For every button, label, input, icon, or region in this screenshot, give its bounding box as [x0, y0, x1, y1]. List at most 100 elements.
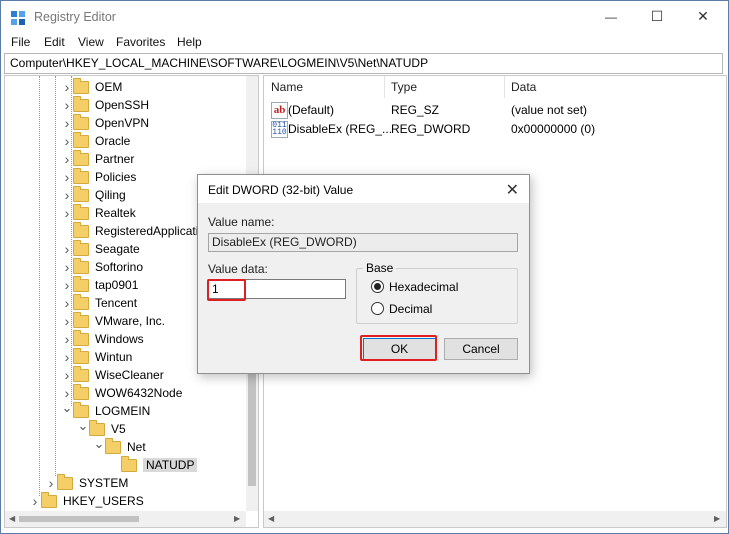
chevron-right-icon[interactable]: › [61, 348, 73, 366]
tree-item[interactable]: › Realtek [61, 203, 136, 222]
tree-item[interactable]: › Partner [61, 149, 134, 168]
tree-item[interactable]: › Windows [61, 329, 144, 348]
tree-item-label: HKEY_USERS [63, 494, 144, 508]
chevron-right-icon[interactable]: › [61, 294, 73, 312]
base-group-label: Base [363, 261, 397, 275]
folder-icon [73, 401, 89, 418]
scroll-right-icon[interactable]: ▶ [234, 514, 240, 523]
tree-item[interactable]: › Qiling [61, 185, 126, 204]
scroll-left-icon[interactable]: ◀ [268, 514, 274, 523]
menu-view[interactable]: View [78, 35, 104, 49]
tree-item-label: Net [127, 440, 146, 454]
tree-item[interactable]: › Tencent [61, 293, 137, 312]
tree-horizontal-scrollbar[interactable]: ◀ ▶ [5, 511, 246, 527]
tree-item-label: Policies [95, 170, 137, 184]
folder-icon [73, 77, 89, 94]
hexadecimal-radio[interactable] [371, 280, 384, 293]
tree-item[interactable]: › OpenVPN [61, 113, 150, 132]
chevron-right-icon[interactable]: › [61, 276, 73, 294]
cancel-button[interactable]: Cancel [444, 338, 518, 360]
menu-file[interactable]: File [11, 35, 30, 49]
chevron-right-icon[interactable]: › [61, 240, 73, 258]
maximize-button[interactable]: ☐ [634, 1, 680, 32]
tree-item[interactable]: › OpenSSH [61, 95, 150, 114]
column-type[interactable]: Type [391, 80, 417, 94]
chevron-right-icon[interactable]: › [29, 492, 41, 510]
column-data[interactable]: Data [511, 80, 536, 94]
value-name-field: DisableEx (REG_DWORD) [208, 233, 518, 252]
tree-item[interactable]: › Policies [61, 167, 137, 186]
column-divider[interactable] [504, 76, 505, 98]
tree-item[interactable]: › WOW6432Node [61, 383, 182, 402]
tree-item[interactable]: › Wintun [61, 347, 132, 366]
tree-item[interactable]: RegisteredApplicati [61, 221, 199, 240]
address-bar[interactable]: Computer\HKEY_LOCAL_MACHINE\SOFTWARE\LOG… [4, 53, 723, 74]
close-button[interactable]: ✕ [680, 1, 726, 32]
window-title: Registry Editor [34, 10, 116, 24]
tree-item[interactable]: › Seagate [61, 239, 140, 258]
minimize-button[interactable]: — [588, 1, 634, 32]
chevron-right-icon[interactable]: › [61, 168, 73, 186]
scroll-left-icon[interactable]: ◀ [9, 514, 15, 523]
chevron-right-icon[interactable]: › [61, 186, 73, 204]
chevron-right-icon[interactable]: › [61, 78, 73, 96]
tree-item-label: LOGMEIN [95, 404, 151, 418]
tree-item-label: Seagate [95, 242, 140, 256]
tree-item[interactable]: › WiseCleaner [61, 365, 164, 384]
tree-item[interactable]: › tap0901 [61, 275, 138, 294]
chevron-right-icon[interactable]: › [61, 96, 73, 114]
tree-item[interactable]: › Oracle [61, 131, 130, 150]
edit-dword-dialog: Edit DWORD (32-bit) Value ✕ Value name: … [197, 174, 530, 374]
tree-item[interactable]: ⌄ LOGMEIN [61, 399, 151, 420]
chevron-down-icon[interactable]: ⌄ [93, 435, 105, 453]
hexadecimal-label[interactable]: Hexadecimal [389, 280, 458, 294]
folder-icon [73, 203, 89, 220]
menu-favorites[interactable]: Favorites [116, 35, 165, 49]
value-data-highlight [207, 279, 246, 301]
column-divider[interactable] [384, 76, 385, 98]
list-horizontal-scrollbar[interactable]: ◀ ▶ [264, 511, 726, 527]
tree-item-label: Qiling [95, 188, 126, 202]
menu-help[interactable]: Help [177, 35, 202, 49]
chevron-down-icon[interactable]: ⌄ [61, 399, 73, 417]
column-name[interactable]: Name [271, 80, 303, 94]
chevron-right-icon[interactable]: › [61, 312, 73, 330]
folder-icon [73, 365, 89, 382]
folder-icon [73, 383, 89, 400]
value-row[interactable]: ab (Default) REG_SZ (value not set) [264, 101, 726, 120]
ok-button-highlight [360, 335, 437, 361]
chevron-right-icon[interactable]: › [61, 366, 73, 384]
decimal-label[interactable]: Decimal [389, 302, 432, 316]
menu-edit[interactable]: Edit [44, 35, 65, 49]
tree-item-label: RegisteredApplicati [95, 224, 199, 238]
folder-icon [105, 437, 121, 454]
tree-item[interactable]: › Softorino [61, 257, 143, 276]
tree-item[interactable]: ⌄ Net [93, 435, 146, 456]
folder-icon [73, 185, 89, 202]
chevron-down-icon[interactable]: ⌄ [77, 417, 89, 435]
tree-item[interactable]: › VMware, Inc. [61, 311, 166, 330]
value-row[interactable]: 011 110 DisableEx (REG_... REG_DWORD 0x00… [264, 120, 726, 139]
chevron-right-icon[interactable]: › [61, 114, 73, 132]
scroll-right-icon[interactable]: ▶ [714, 514, 720, 523]
tree-item-label: OpenVPN [95, 116, 150, 130]
chevron-right-icon[interactable]: › [45, 474, 57, 492]
chevron-right-icon[interactable]: › [61, 150, 73, 168]
tree-item[interactable]: › HKEY_USERS [29, 491, 144, 510]
tree-item-label: VMware, Inc. [95, 314, 166, 328]
tree-item-label: V5 [111, 422, 126, 436]
tree-item[interactable]: › OEM [61, 77, 122, 96]
base-group [356, 268, 518, 324]
chevron-right-icon[interactable]: › [61, 330, 73, 348]
tree-item[interactable]: › SYSTEM [45, 473, 128, 492]
tree-item-label: NATUDP [143, 458, 198, 472]
dialog-close-icon[interactable]: ✕ [506, 180, 519, 200]
tree-hscroll-thumb[interactable] [19, 516, 139, 522]
tree-item-label: OpenSSH [95, 98, 150, 112]
decimal-radio[interactable] [371, 302, 384, 315]
chevron-right-icon[interactable]: › [61, 204, 73, 222]
chevron-right-icon[interactable]: › [61, 258, 73, 276]
chevron-right-icon[interactable]: › [61, 132, 73, 150]
tree-item[interactable]: NATUDP [109, 455, 198, 474]
dialog-title: Edit DWORD (32-bit) Value [208, 183, 354, 197]
